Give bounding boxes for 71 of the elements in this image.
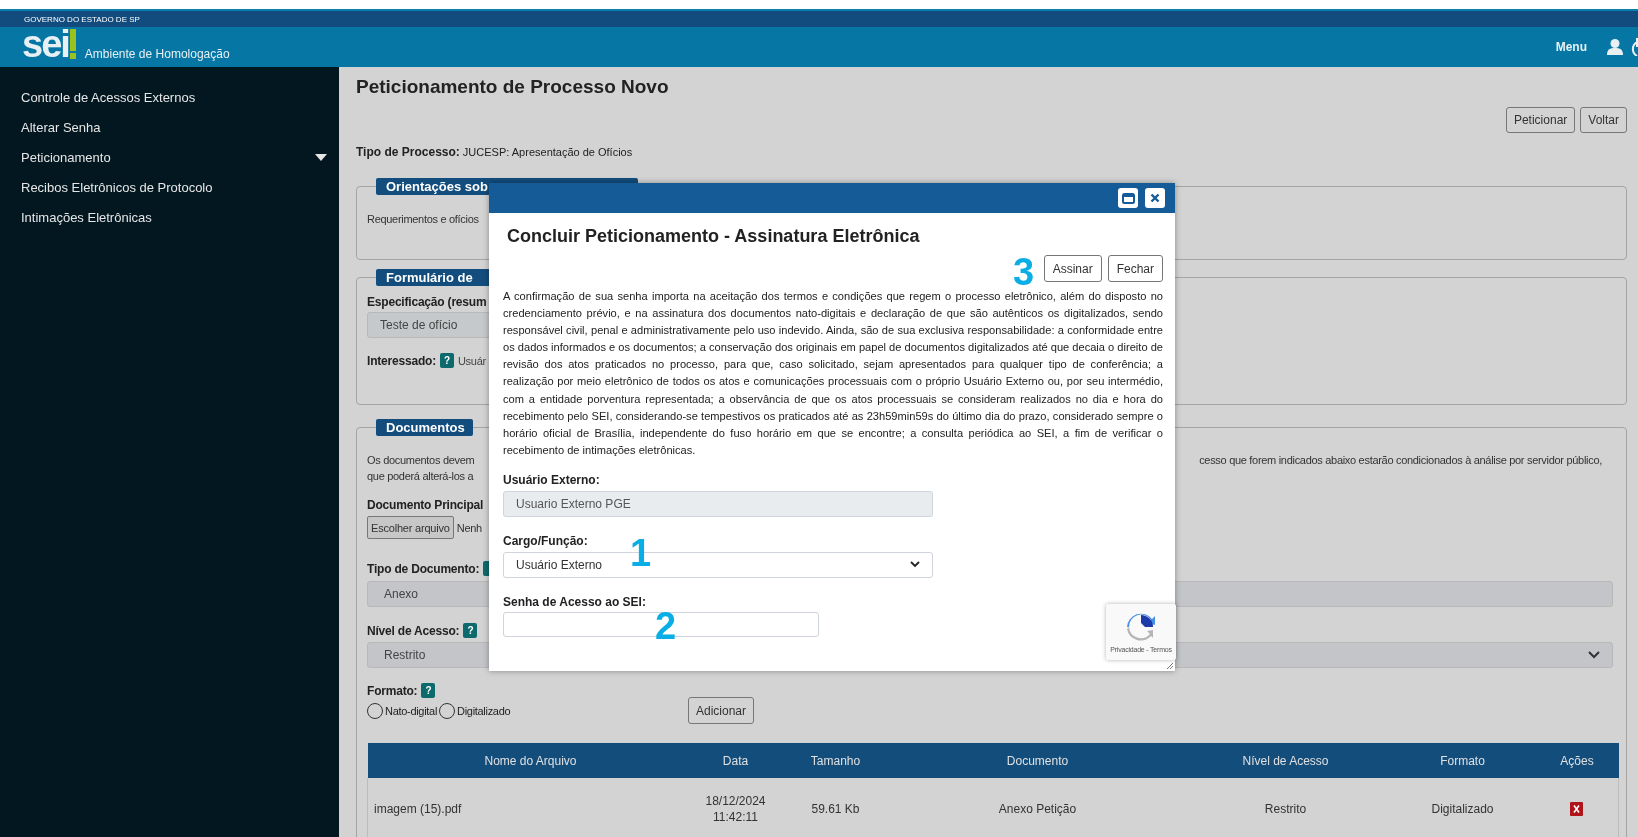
dialog-button[interactable]: Assinar bbox=[1043, 255, 1102, 282]
table-cell: Anexo Petição bbox=[893, 778, 1182, 837]
documents-text: que poderá alterá-los a bbox=[367, 470, 474, 482]
process-type-text: Tipo de Processo: JUCESP: Apresentação de Ofícios bbox=[356, 145, 634, 159]
close-icon bbox=[1150, 193, 1160, 203]
dialog-title: Concluir Peticionamento - Assinatura Eletrônica bbox=[507, 225, 921, 247]
column-header: Nome do Arquivo bbox=[367, 743, 694, 778]
documents-text: cesso que forem indicados abaixo estarão condicionados à análise por servidor público, bbox=[1199, 454, 1602, 466]
sidebar-item[interactable]: Recibos Eletrônicos de Protocolo bbox=[0, 172, 339, 202]
sidebar-item[interactable]: Controle de Acessos Externos bbox=[0, 82, 339, 112]
field-label: Senha de Acesso ao SEI: bbox=[503, 594, 646, 609]
field-label: Documento Principal bbox=[367, 498, 484, 512]
field-label: Tipo de Documento: bbox=[367, 561, 480, 576]
maximize-button[interactable] bbox=[1118, 188, 1138, 208]
add-button[interactable]: Adicionar bbox=[688, 697, 755, 724]
sidebar-item[interactable]: Alterar Senha bbox=[0, 112, 339, 142]
panel-legend: Documentos bbox=[376, 419, 473, 436]
delete-icon[interactable] bbox=[1570, 801, 1584, 816]
sidebar-item[interactable]: Peticionamento bbox=[0, 142, 339, 172]
table-cell: Restrito bbox=[1181, 778, 1390, 837]
dialog-button[interactable]: Fechar bbox=[1107, 255, 1163, 282]
chevron-icon bbox=[1588, 651, 1600, 659]
caret-icon[interactable] bbox=[315, 153, 327, 161]
environment-label: Ambiente de Homologação bbox=[84, 47, 230, 61]
documents-text: Os documentos devem bbox=[367, 454, 475, 466]
help-icon[interactable]: ? bbox=[439, 353, 454, 368]
field-label: Nível de Acesso: bbox=[367, 623, 460, 638]
close-button[interactable] bbox=[1145, 188, 1165, 208]
annotation-number: 3 bbox=[1013, 253, 1035, 291]
help-icon[interactable]: ? bbox=[421, 683, 436, 698]
terms-text: A confirmação de sua senha importa na aceitação dos termos e condições que regem o processo eletrônico, além do disposto no credenciamento prévio, e na assinatura dos documentos nato-digitais e declaração de que são autênticos os digitalizados, sendo responsável civil, penal e administrativamente pelo uso indevido. Ainda, são de sua exclusiva responsabilidade: a conformidade entre os dados informados e os documentos; a conservação dos originais em papel de documentos digitalizados até que decaia o direito de revisão dos atos praticados no processo, para que, caso solicitado, sejam apresentados para qualquer tipo de conferência; a realização por meio eletrônico de todos os atos e comunicações processuais com o próprio Usuário Externo ou, por seu intermédio, com a entidade porventura representada; a observância de que os atos processuais se consideram realizados no dia e hora do recebimento pelo SEI, considerando-se tempestivos os praticados até as 23h59min59s do último dia do prazo, considerado sempre o horário oficial de Brasília, independente do fuso horário em que se encontre; a consulta periódica ao SEI, a fim de verificar o recebimento de intimações eletrônicas. bbox=[503, 289, 1163, 458]
radio-button[interactable] bbox=[439, 702, 456, 719]
annotation-number: 2 bbox=[655, 607, 677, 645]
help-icon[interactable]: ? bbox=[463, 623, 478, 638]
resize-grip-icon[interactable] bbox=[1166, 662, 1174, 670]
field-label: Especificação (resum bbox=[367, 295, 487, 309]
column-header: Nível de Acesso bbox=[1181, 743, 1390, 778]
interested-value: Usuár bbox=[457, 354, 486, 367]
column-header: Formato bbox=[1389, 743, 1536, 778]
logo-text: sei bbox=[22, 25, 69, 63]
column-header: Tamanho bbox=[777, 743, 894, 778]
user-field[interactable]: Usuario Externo PGE bbox=[503, 490, 933, 517]
captcha-icon bbox=[1125, 611, 1157, 643]
radio-label: Nato-digital bbox=[385, 704, 438, 717]
page-title: Peticionamento de Processo Novo bbox=[356, 75, 670, 99]
user-icon[interactable] bbox=[1607, 39, 1623, 55]
toolbar-button[interactable]: Voltar bbox=[1580, 107, 1627, 133]
field-label: Interessado: bbox=[367, 353, 436, 368]
radio-button[interactable] bbox=[367, 702, 383, 719]
field-label: Cargo/Função: bbox=[503, 533, 588, 548]
column-header: Data bbox=[693, 743, 778, 778]
sidebar-item[interactable]: Intimações Eletrônicas bbox=[0, 202, 339, 232]
column-header: Ações bbox=[1535, 743, 1619, 778]
toolbar-button[interactable]: Peticionar bbox=[1505, 107, 1576, 133]
chevron-icon bbox=[910, 561, 920, 569]
field-label: Usuário Externo: bbox=[503, 472, 600, 487]
table-cell: Digitalizado bbox=[1389, 778, 1536, 837]
exclamation-icon bbox=[68, 29, 77, 59]
file-status: Nenh bbox=[456, 521, 482, 534]
radio-label: Digitalizado bbox=[457, 704, 511, 717]
column-header: Documento bbox=[893, 743, 1182, 778]
file-button[interactable]: Escolher arquivo bbox=[367, 516, 454, 539]
table-cell: imagem (15).pdf bbox=[367, 778, 694, 837]
orientation-text: Requerimentos e ofícios bbox=[367, 213, 479, 225]
table-cell-text: 18/12/2024 11:42:11 bbox=[704, 792, 767, 825]
menu-button[interactable]: Menu bbox=[1555, 40, 1587, 54]
field-label: Formato: bbox=[367, 683, 418, 698]
table-cell: 59.61 Kb bbox=[777, 778, 894, 837]
password-field[interactable] bbox=[503, 611, 819, 637]
government-label: GOVERNO DO ESTADO DE SP bbox=[24, 14, 140, 24]
maximize-icon bbox=[1121, 192, 1135, 204]
